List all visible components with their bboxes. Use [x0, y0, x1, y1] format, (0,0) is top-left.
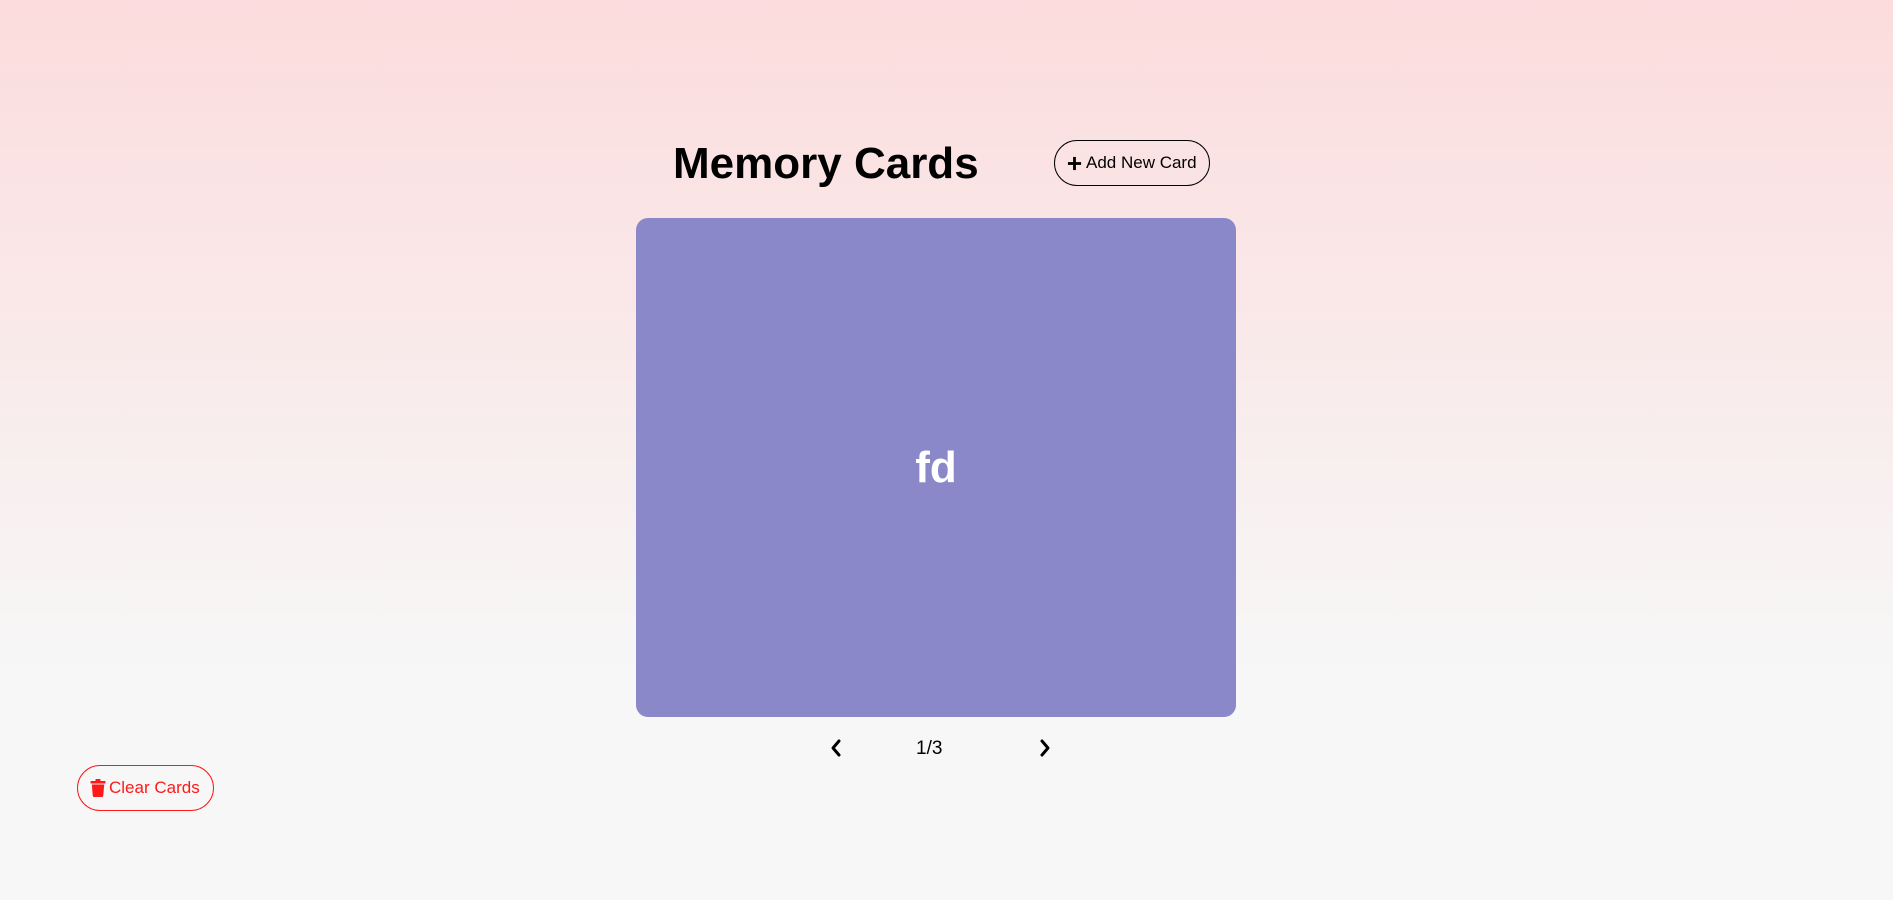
page-title: Memory Cards [673, 139, 979, 188]
chevron-right-icon [1038, 738, 1052, 761]
card-counter: 1/3 [916, 738, 943, 759]
trash-icon [90, 779, 106, 797]
clear-cards-button[interactable]: Clear Cards [77, 765, 214, 811]
chevron-left-icon [829, 738, 843, 761]
plus-icon [1067, 156, 1082, 171]
add-new-card-button[interactable]: Add New Card [1054, 140, 1210, 186]
card-text: fd [915, 442, 957, 492]
clear-cards-label: Clear Cards [109, 778, 200, 797]
header: Memory Cards Add New Card [636, 138, 1236, 190]
next-card-button[interactable] [1029, 733, 1061, 765]
add-new-card-label: Add New Card [1086, 153, 1197, 172]
card-navigation: 1/3 [820, 733, 1060, 765]
memory-card[interactable]: fd [636, 218, 1236, 717]
previous-card-button[interactable] [820, 733, 852, 765]
